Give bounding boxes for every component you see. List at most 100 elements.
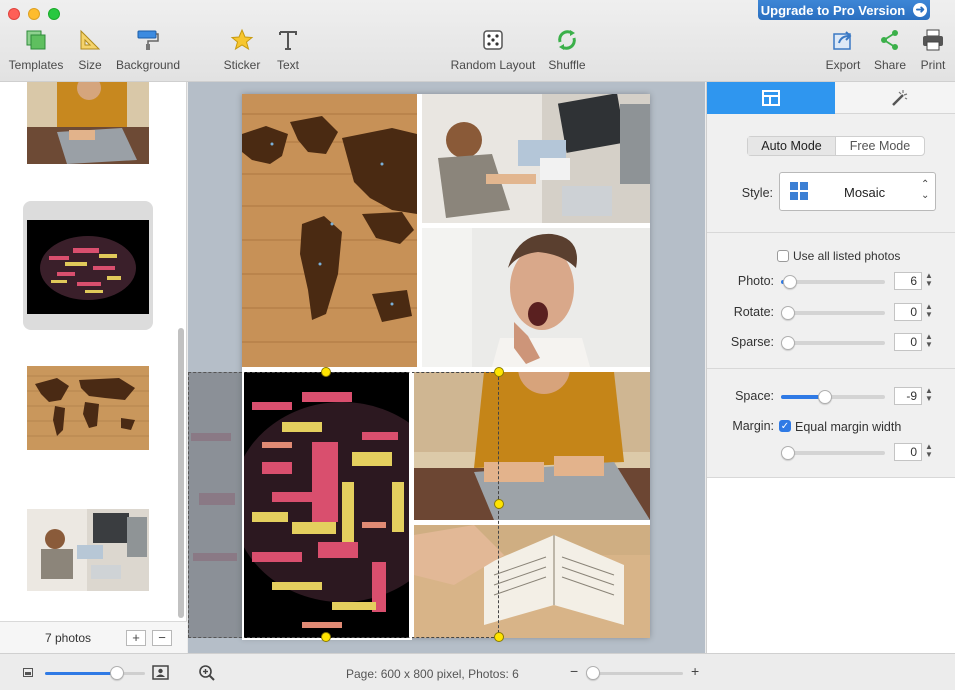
export-icon (833, 31, 852, 50)
office-desk-image (422, 94, 650, 223)
style-label: Style: (741, 186, 773, 200)
upgrade-label: Upgrade to Pro Version (760, 2, 906, 18)
rotate-slider-knob[interactable] (781, 306, 795, 320)
sparse-label: Sparse: (730, 335, 774, 349)
random-layout-label: Random Layout (450, 58, 536, 72)
photo-value[interactable]: 6 (894, 272, 922, 290)
photo-list-footer: 7 photos + − (0, 621, 187, 653)
paint-roller-icon (137, 30, 159, 50)
auto-mode-button[interactable]: Auto Mode (748, 137, 836, 155)
share-label: Share (873, 58, 907, 72)
photo-thumbnail-wordcloud[interactable] (23, 201, 153, 330)
minimize-window-button[interactable] (28, 8, 40, 20)
rotate-slider[interactable] (781, 311, 885, 315)
collage-cell-office-desk[interactable] (422, 94, 650, 223)
office-desk-photo (27, 509, 149, 591)
export-label: Export (825, 58, 861, 72)
sparse-stepper[interactable]: ▲ ▼ (924, 333, 934, 351)
space-label: Space: (735, 389, 774, 403)
margin-stepper[interactable]: ▲ ▼ (924, 443, 934, 461)
free-mode-button[interactable]: Free Mode (836, 137, 924, 155)
page-info: Page: 600 x 800 pixel, Photos: 6 (346, 667, 519, 681)
selected-cell-border (242, 370, 412, 640)
size-button[interactable]: Size (72, 28, 108, 72)
photo-list[interactable] (0, 82, 187, 653)
shuffle-label: Shuffle (548, 58, 586, 72)
rotate-value[interactable]: 0 (894, 303, 922, 321)
photo-stepper[interactable]: ▲ ▼ (924, 272, 934, 290)
ruler-icon (80, 29, 101, 50)
settings-panel: Auto Mode Free Mode Style: Mosaic ⌃ ⌄ Use… (706, 82, 955, 653)
zoom-window-button[interactable] (48, 8, 60, 20)
resize-handle-bottom[interactable] (321, 632, 331, 642)
equal-margin-checkbox[interactable]: ✓ (779, 420, 791, 432)
margin-label: Margin: (732, 419, 774, 433)
chevron-updown-icon: ⌃ ⌄ (921, 179, 930, 201)
resize-handle-bottom-right[interactable] (494, 632, 504, 642)
shuffle-icon (558, 30, 576, 50)
templates-button[interactable]: Templates (6, 28, 66, 72)
templates-icon (26, 30, 46, 50)
word-cloud-brain-photo (27, 220, 149, 314)
dice-icon (483, 30, 503, 50)
tab-effects[interactable] (835, 82, 955, 114)
margin-value[interactable]: 0 (894, 443, 922, 461)
panel-empty-area (707, 478, 955, 653)
print-button[interactable]: Print (916, 28, 950, 72)
photo-thumbnail-desk[interactable] (23, 509, 153, 593)
space-stepper[interactable]: ▲ ▼ (924, 387, 934, 405)
export-button[interactable]: Export (822, 28, 864, 72)
layout-icon (762, 90, 780, 106)
rotate-stepper[interactable]: ▲ ▼ (924, 303, 934, 321)
wooden-world-map-photo (27, 366, 149, 450)
text-label: Text (276, 58, 299, 72)
photo-thumbnail-worldmap[interactable] (23, 366, 153, 450)
use-all-photos-checkbox[interactable] (777, 250, 789, 262)
photo-label: Photo: (737, 274, 774, 288)
upgrade-button[interactable]: Upgrade to Pro Version ➜ (758, 0, 930, 20)
sparse-slider-knob[interactable] (781, 336, 795, 350)
tab-layout[interactable] (707, 82, 835, 114)
zoom-in-button[interactable]: + (691, 663, 699, 679)
resize-handle-top-right[interactable] (494, 367, 504, 377)
sparse-slider[interactable] (781, 341, 885, 345)
zoom-fit-icon[interactable] (198, 664, 216, 682)
photo-thumbnail-typing[interactable] (23, 82, 153, 166)
zoom-slider[interactable] (587, 672, 683, 675)
yawning-man-image (422, 228, 650, 367)
collage-cell-world-map[interactable] (242, 94, 417, 367)
text-button[interactable]: Text (268, 28, 308, 72)
thumbnail-size-knob[interactable] (110, 666, 124, 680)
resize-handle-right[interactable] (494, 499, 504, 509)
star-icon (230, 28, 254, 51)
use-all-photos-label: Use all listed photos (793, 249, 901, 263)
large-thumbnail-icon (152, 665, 169, 680)
add-photo-button[interactable]: + (126, 630, 146, 646)
space-slider[interactable] (781, 395, 885, 399)
space-value[interactable]: -9 (894, 387, 922, 405)
zoom-out-button[interactable]: − (570, 663, 578, 679)
sparse-value[interactable]: 0 (894, 333, 922, 351)
photo-count: 7 photos (45, 631, 92, 645)
close-window-button[interactable] (8, 8, 20, 20)
templates-label: Templates (8, 58, 64, 72)
zoom-slider-knob[interactable] (586, 666, 600, 680)
shuffle-button[interactable]: Shuffle (544, 28, 590, 72)
margin-slider[interactable] (781, 451, 885, 455)
sticker-button[interactable]: Sticker (220, 28, 264, 72)
remove-photo-button[interactable]: − (152, 630, 172, 646)
space-slider-knob[interactable] (818, 390, 832, 404)
style-dropdown[interactable]: Mosaic ⌃ ⌄ (779, 172, 936, 211)
collage-cell-yawning-man[interactable] (422, 228, 650, 367)
sidebar-scrollbar[interactable] (178, 328, 184, 618)
random-layout-button[interactable]: Random Layout (450, 28, 536, 72)
mosaic-icon (790, 182, 808, 200)
wooden-world-map-image (242, 94, 417, 367)
margin-slider-knob[interactable] (781, 446, 795, 460)
photo-slider-knob[interactable] (783, 275, 797, 289)
drag-ghost-image (188, 372, 242, 638)
share-button[interactable]: Share (870, 28, 910, 72)
background-button[interactable]: Background (114, 28, 182, 72)
resize-handle-top[interactable] (321, 367, 331, 377)
typing-laptop-photo (27, 82, 149, 164)
